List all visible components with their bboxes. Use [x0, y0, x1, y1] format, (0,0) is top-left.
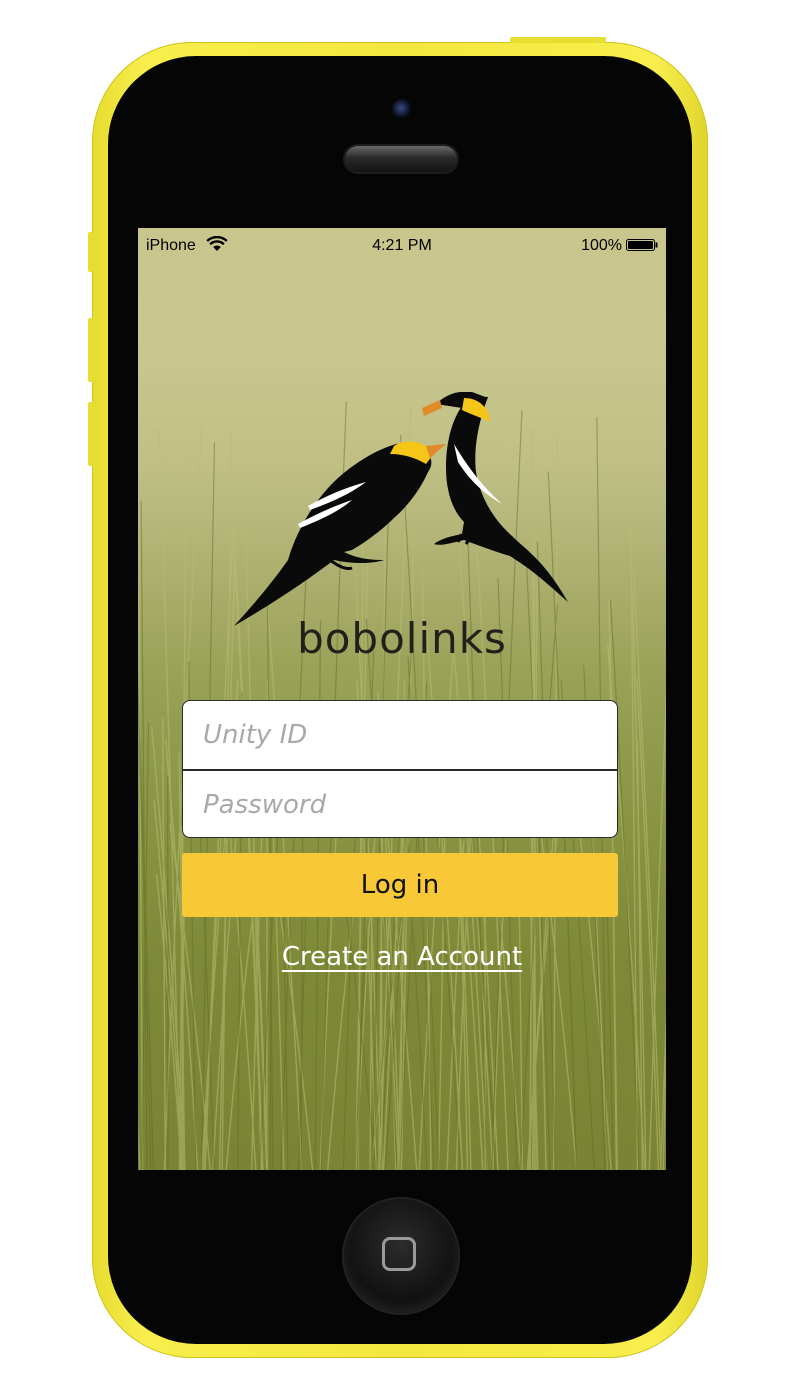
earpiece-speaker: [345, 146, 457, 172]
volume-up-button: [88, 318, 94, 382]
battery-full-icon: [626, 239, 658, 251]
unity-id-input[interactable]: [183, 701, 617, 769]
power-button: [510, 37, 606, 43]
lower-bird-icon: [234, 441, 446, 626]
bobolink-birds-logo: [234, 392, 568, 626]
volume-down-button: [88, 402, 94, 466]
front-camera-icon: [392, 99, 412, 119]
app-name: bobolinks: [297, 614, 507, 663]
grass-background: [138, 401, 666, 1170]
screen: iPhone 4:21 PM 100% bobolinks Unity ID L…: [138, 228, 666, 1170]
status-bar: iPhone 4:21 PM 100%: [138, 228, 666, 262]
login-form: [182, 700, 618, 838]
home-square-icon: [382, 1237, 416, 1271]
upper-bird-icon: [422, 392, 568, 602]
battery-percentage: 100%: [581, 237, 622, 254]
login-button[interactable]: Log in: [182, 853, 618, 917]
home-button[interactable]: [344, 1199, 458, 1313]
ringer-switch: [88, 232, 94, 272]
password-input[interactable]: [183, 770, 617, 837]
create-account-link[interactable]: Create an Account: [138, 942, 666, 972]
